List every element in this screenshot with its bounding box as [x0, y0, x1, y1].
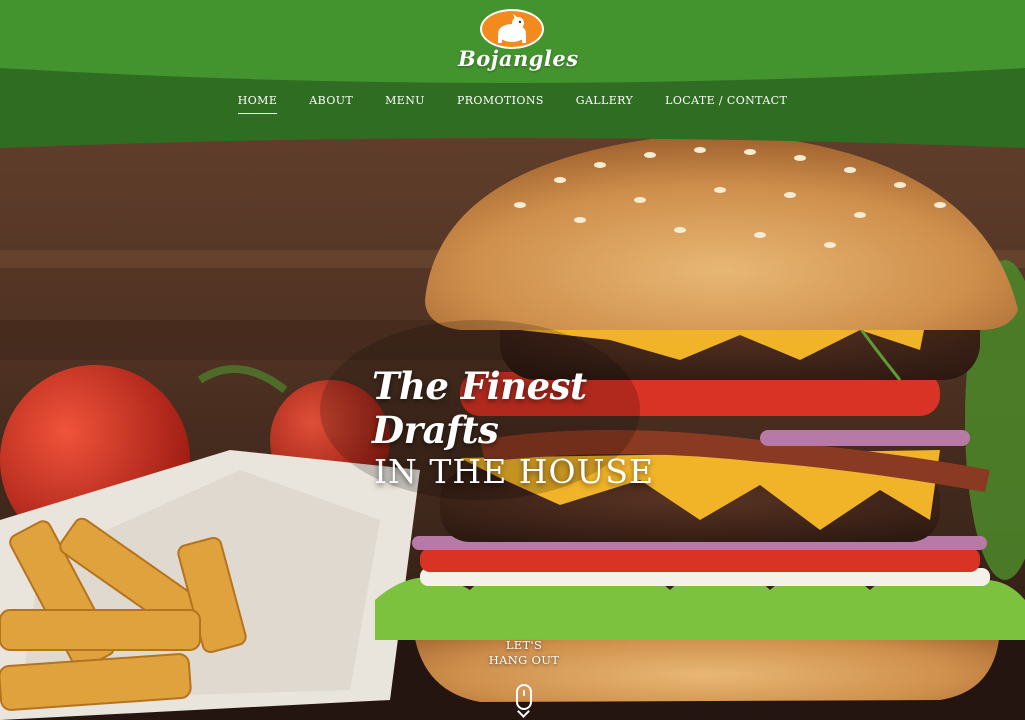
- hero-headline: The Finest Drafts IN THE HOUSE: [352, 364, 682, 492]
- nav-item-home[interactable]: HOME: [237, 94, 278, 114]
- site-header: Bojangles HOME ABOUT MENU PROMOTIONS GAL…: [0, 0, 1025, 150]
- headline-caps: IN THE HOUSE: [374, 452, 655, 491]
- scroll-prompt: LET'S HANG OUT: [470, 638, 578, 668]
- nav-item-locate-contact[interactable]: LOCATE / CONTACT: [665, 94, 787, 114]
- nav-item-menu[interactable]: MENU: [385, 94, 425, 114]
- nav-item-about[interactable]: ABOUT: [309, 94, 353, 114]
- brand-name: Bojangles: [458, 46, 579, 71]
- nav-item-gallery[interactable]: GALLERY: [576, 94, 633, 114]
- nav-item-promotions[interactable]: PROMOTIONS: [457, 94, 544, 114]
- headline-script: The Finest Drafts: [372, 364, 587, 452]
- scroll-prompt-line2: HANG OUT: [488, 653, 560, 667]
- brand-logo[interactable]: Bojangles: [458, 6, 579, 76]
- main-nav: HOME ABOUT MENU PROMOTIONS GALLERY LOCAT…: [0, 94, 1025, 114]
- dog-mascot-icon: [480, 9, 544, 49]
- scroll-prompt-line1: LET'S: [505, 638, 543, 652]
